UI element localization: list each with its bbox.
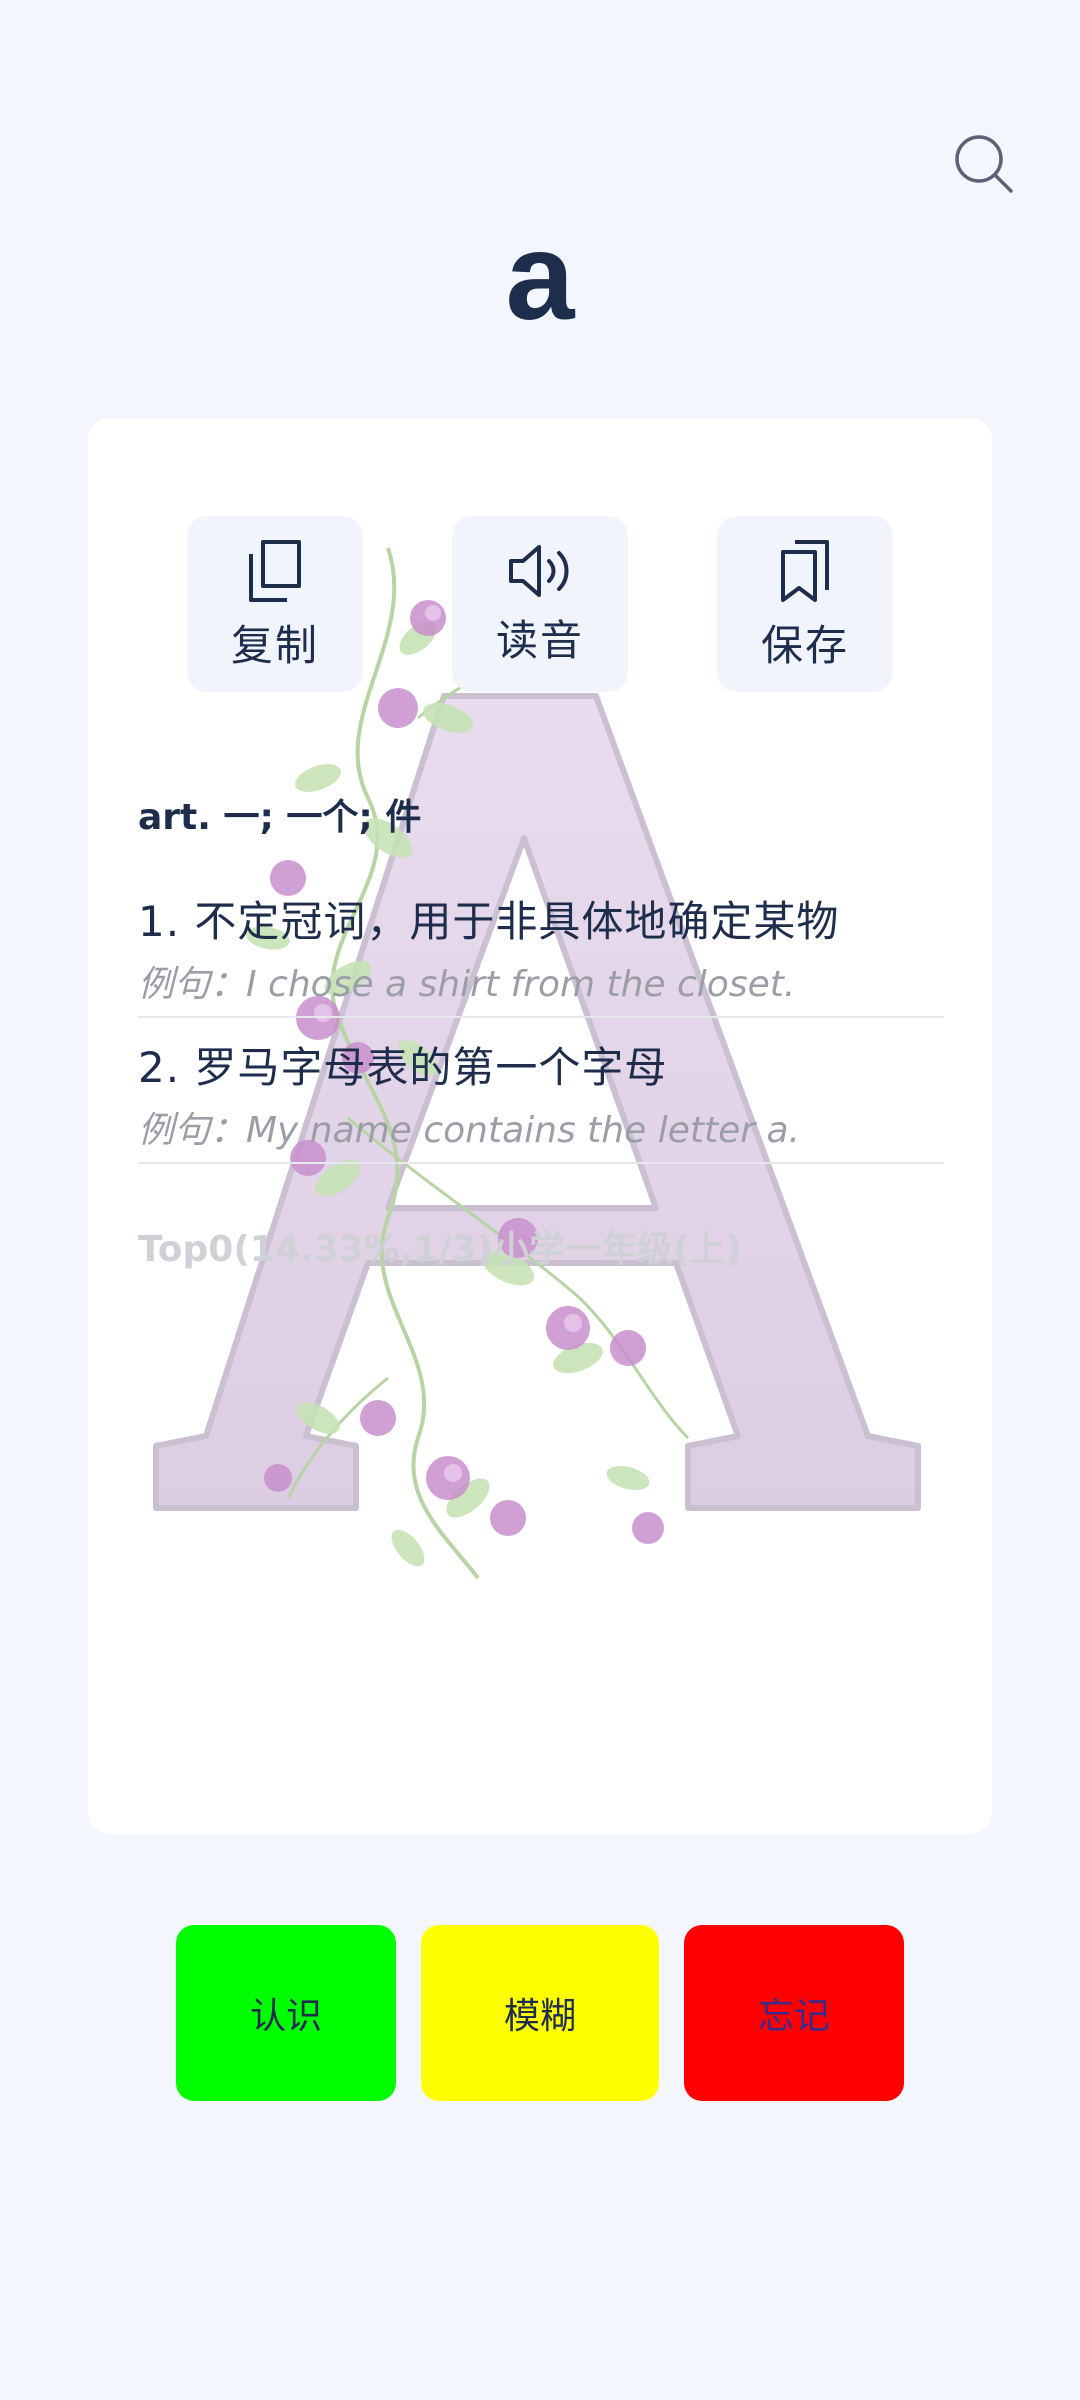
save-button[interactable]: 保存 [717,516,893,692]
know-button[interactable]: 认识 [176,1925,396,2101]
word-card: 复制 读音 保存 art. 一; 一个; 件 1. 不定冠词，用于非具体地确定某… [88,418,992,1834]
definition-item: 1. 不定冠词，用于非具体地确定某物 例句：I chose a shirt fr… [138,888,944,1018]
speaker-icon [509,544,569,597]
definition-text: 1. 不定冠词，用于非具体地确定某物 [138,897,840,946]
search-icon [955,135,1013,193]
fuzzy-button[interactable]: 模糊 [421,1925,659,2101]
definition-item: 2. 罗马字母表的第一个字母 例句：My name contains the l… [138,1034,944,1164]
headword: a [505,208,575,346]
copy-button[interactable]: 复制 [187,516,363,692]
fuzzy-label: 模糊 [503,1996,576,2037]
part-of-speech: art. 一; 一个; 件 [138,797,422,838]
know-label: 认识 [249,1996,322,2037]
bookmark-icon [781,539,829,602]
pronounce-button[interactable]: 读音 [452,516,628,692]
search-button[interactable] [950,130,1018,198]
forget-button[interactable]: 忘记 [684,1925,904,2101]
save-label: 保存 [760,620,849,670]
pronounce-label: 读音 [495,615,584,665]
example-sentence: 例句：My name contains the letter a. [138,1110,800,1151]
copy-label: 复制 [230,620,319,670]
forget-label: 忘记 [757,1996,830,2037]
example-sentence: 例句：I chose a shirt from the closet. [138,964,796,1005]
word-level-info: Top0(14.33%,1/3)小学一年级(上) [138,1229,743,1270]
definition-text: 2. 罗马字母表的第一个字母 [138,1043,668,1092]
copy-icon [249,539,301,602]
